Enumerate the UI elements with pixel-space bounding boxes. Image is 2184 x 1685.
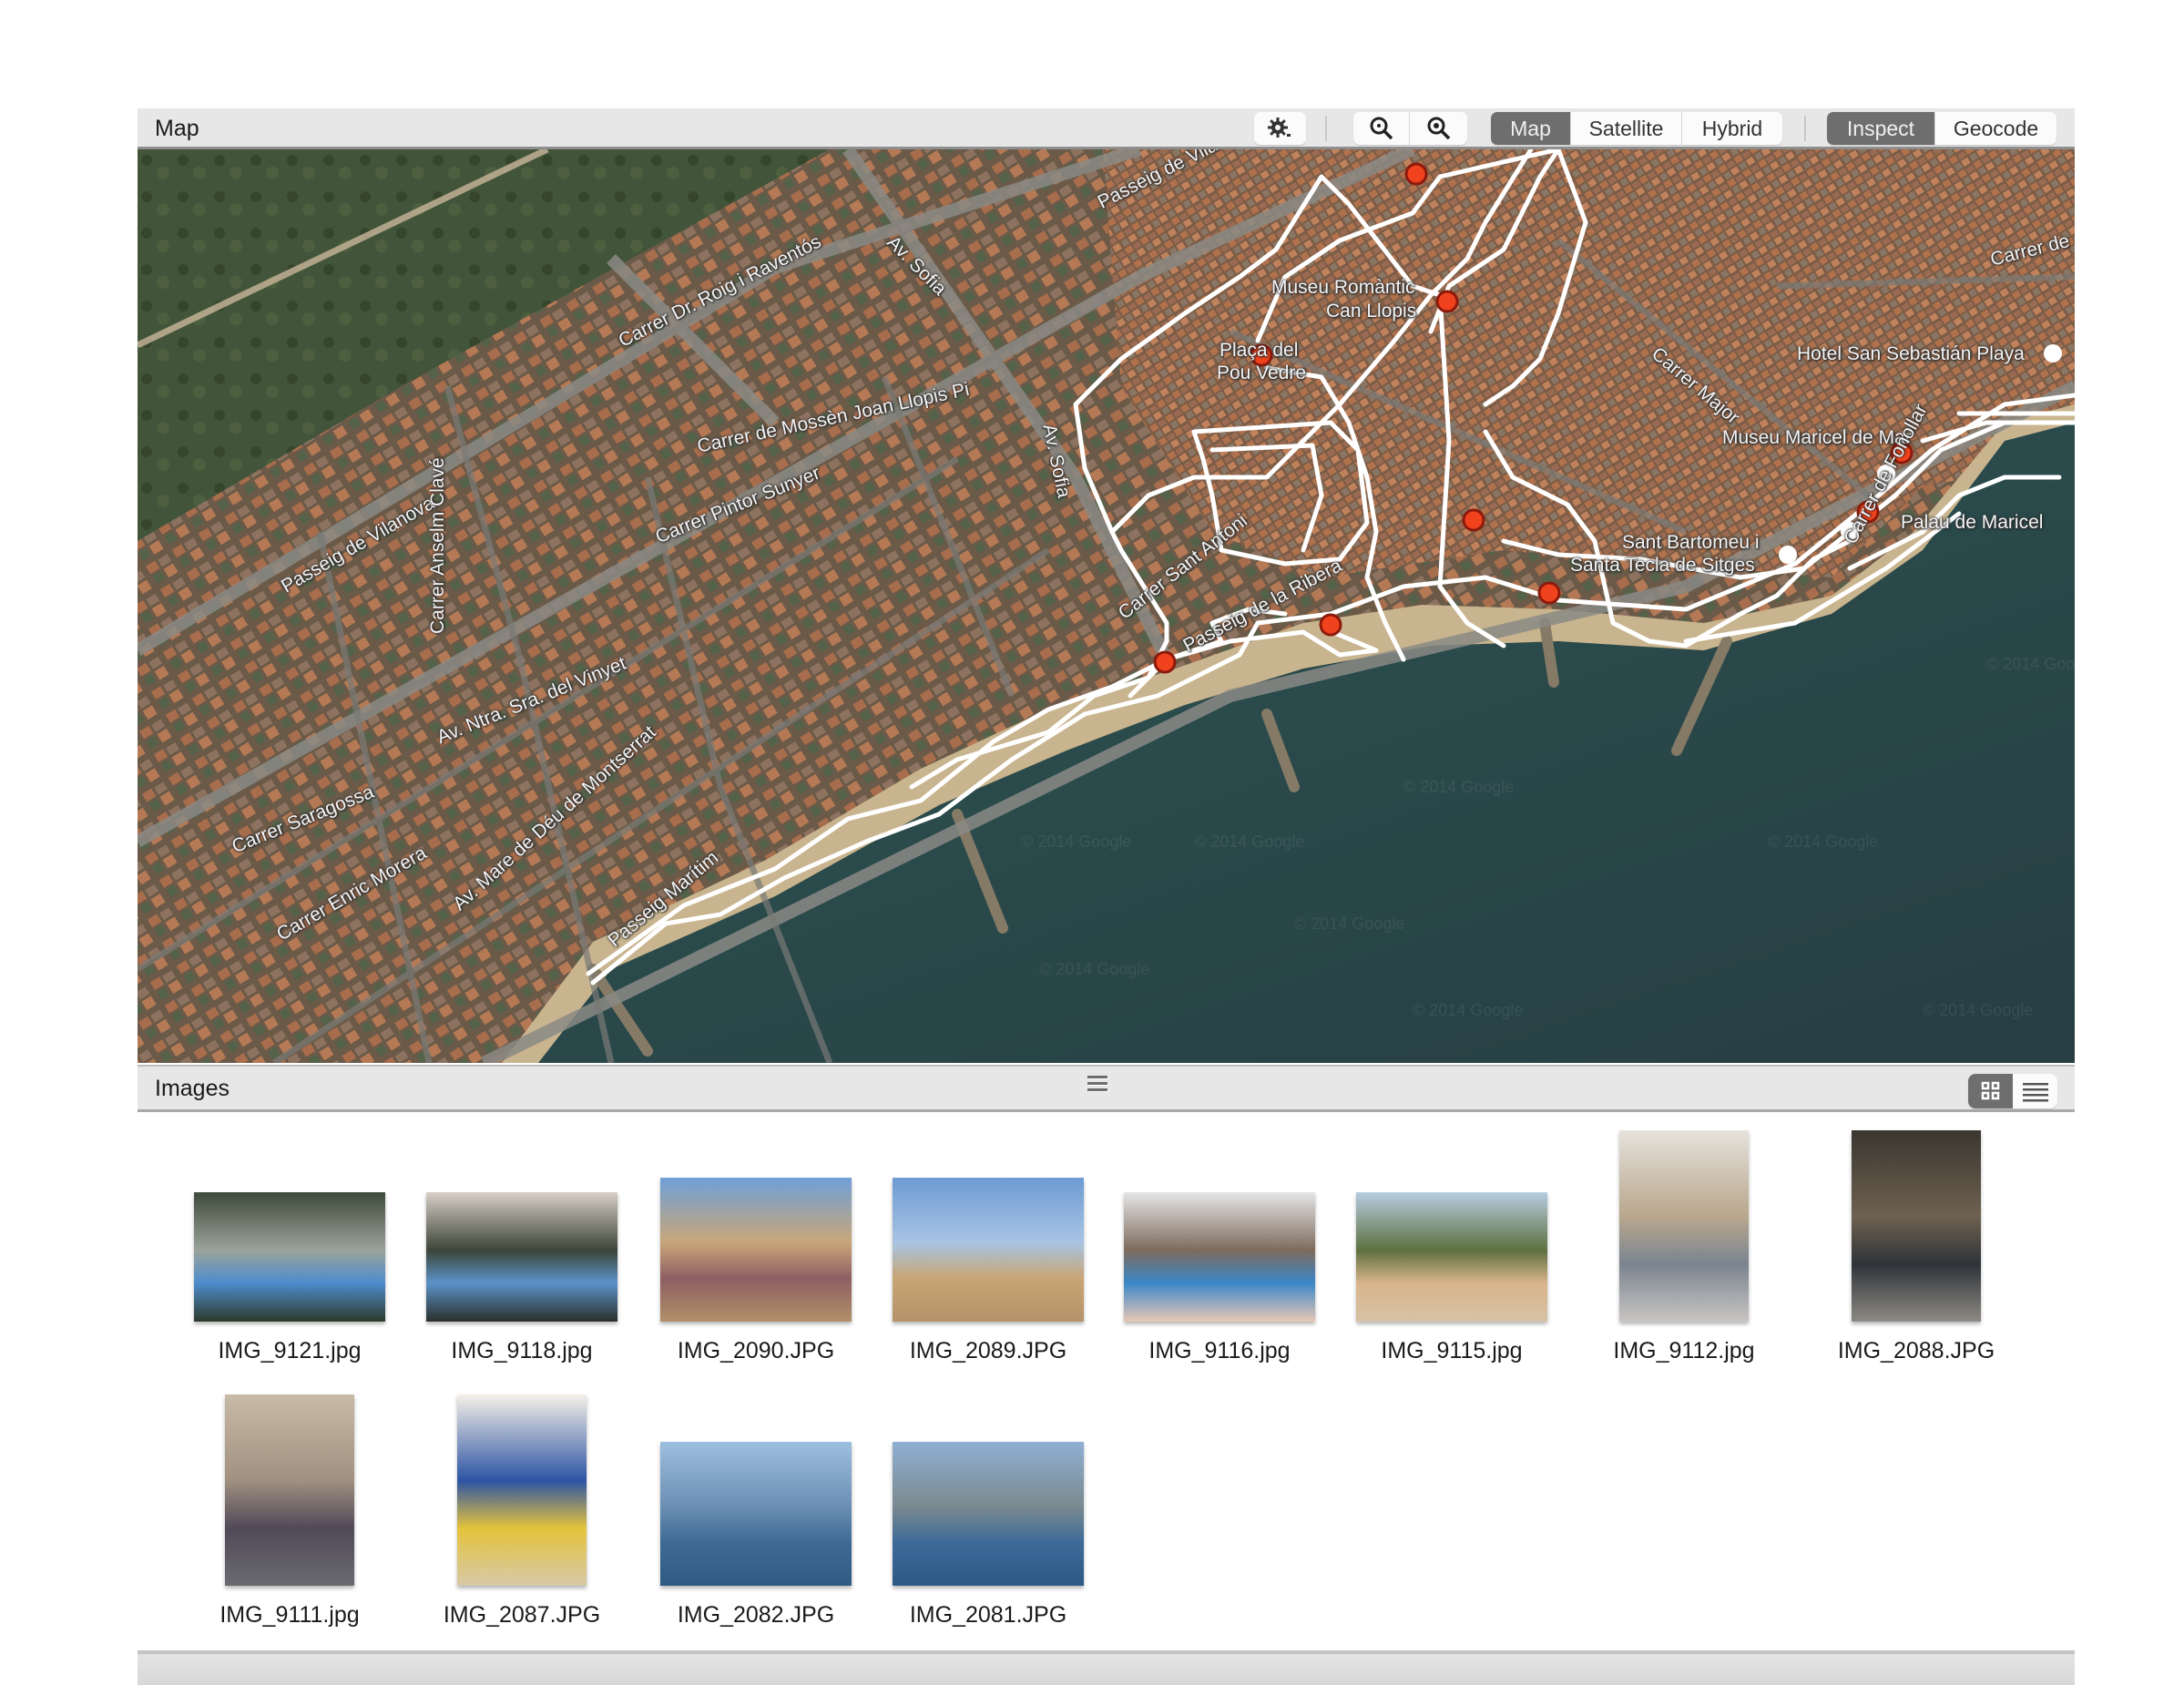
image-thumbnail [660,1442,852,1586]
toolbar-separator [1325,116,1327,141]
image-tile[interactable]: IMG_2089.JPG [883,1112,1093,1367]
map-section-title: Map [155,116,199,141]
image-thumbnail [1852,1130,1981,1322]
mode-inspect[interactable]: Inspect [1827,112,1935,145]
grid-view-button[interactable] [1968,1074,2013,1108]
bottom-status-bar [138,1650,2075,1685]
mode-geocode[interactable]: Geocode [1935,112,2056,145]
image-thumbnail [1356,1192,1547,1322]
view-mode-toggle [1968,1074,2057,1108]
split-drag-handle-icon[interactable] [1087,1076,1107,1094]
toolbar-separator [1804,116,1806,141]
grid-icon [1981,1081,1999,1100]
zoom-out-icon [1370,117,1393,140]
satellite-map-view[interactable]: Passeig de Vilanova Carrer Dr. Roig i Ra… [138,149,2075,1063]
map-header: Map Map Satellite Hybrid Inspect Geocode [138,108,2075,149]
map-poi-label: Pou Vedre [1217,363,1307,383]
map-poi-label: Museu Maricel de Mar [1722,427,1912,448]
image-thumbnail [1124,1192,1315,1322]
map-poi-label: Plaça del [1220,340,1299,361]
settings-button[interactable] [1254,112,1306,145]
images-header: Images [138,1065,2075,1112]
zoom-in-icon [1427,117,1450,140]
image-grid: IMG_9121.jpg IMG_9118.jpg IMG_2090.JPG IMG_… [138,1112,2075,1650]
main-window: Map Map Satellite Hybrid Inspect Geocode… [138,108,2075,1685]
list-icon [2022,1083,2048,1102]
image-filename: IMG_2090.JPG [677,1338,835,1363]
map-poi-label: Sant Bartomeu i [1622,532,1760,553]
image-thumbnail [893,1178,1084,1322]
zoom-out-button[interactable] [1353,112,1410,145]
image-tile[interactable]: IMG_2081.JPG [883,1376,1093,1631]
map-poi-label: Museu Romàntic [1271,277,1415,298]
map-watermark: © 2014 Google [1768,832,1879,851]
image-filename: IMG_2087.JPG [443,1602,601,1628]
map-type-segmented-control: Map Satellite Hybrid [1491,112,1782,145]
image-thumbnail [457,1394,587,1586]
image-tile[interactable]: IMG_9112.jpg [1579,1112,1789,1367]
map-watermark: © 2014 Google [1021,832,1132,851]
image-tile[interactable]: IMG_9121.jpg [185,1112,394,1367]
image-tile[interactable]: IMG_2090.JPG [651,1112,861,1367]
mode-segmented-control: Inspect Geocode [1827,112,2056,145]
image-tile[interactable]: IMG_9116.jpg [1115,1112,1324,1367]
image-thumbnail [1619,1130,1749,1322]
image-filename: IMG_9116.jpg [1148,1338,1291,1363]
image-tile[interactable]: IMG_2082.JPG [651,1376,861,1631]
image-thumbnail [426,1192,617,1322]
map-type-satellite[interactable]: Satellite [1571,112,1682,145]
image-filename: IMG_2082.JPG [677,1602,835,1628]
map-poi-label: Hotel San Sebastián Playa [1797,343,2025,364]
image-thumbnail [194,1192,385,1322]
map-watermark: © 2014 Google [1923,1001,2034,1019]
map-watermark: © 2014 Google [1413,1001,1524,1019]
zoom-button-group [1353,112,1467,145]
map-watermark: © 2014 Google [1039,960,1150,978]
map-type-hybrid[interactable]: Hybrid [1682,112,1782,145]
images-section-title: Images [155,1076,230,1101]
image-tile[interactable]: IMG_2088.JPG [1811,1112,2021,1367]
map-watermark: © 2014 Google [1294,914,1405,933]
image-filename: IMG_9121.jpg [218,1338,362,1363]
map-watermark: © 2014 Google [1986,655,2075,673]
map-street-label: Carrer Anselm Clavé [427,457,448,634]
map-type-map[interactable]: Map [1491,112,1571,145]
image-filename: IMG_9118.jpg [451,1338,593,1363]
zoom-in-button[interactable] [1410,112,1467,145]
image-thumbnail [660,1178,852,1322]
image-tile[interactable]: IMG_9118.jpg [417,1112,627,1367]
image-thumbnail [893,1442,1084,1586]
gear-icon [1254,112,1306,145]
image-tile[interactable]: IMG_9115.jpg [1347,1112,1556,1367]
image-filename: IMG_2089.JPG [909,1338,1067,1363]
image-filename: IMG_2088.JPG [1837,1338,1995,1363]
map-poi-label: Palau de Maricel [1901,512,2044,533]
list-view-button[interactable] [2013,1074,2057,1108]
image-filename: IMG_2081.JPG [909,1602,1067,1628]
image-thumbnail [225,1394,354,1586]
image-filename: IMG_9112.jpg [1613,1338,1755,1363]
map-poi-label: Can Llopis [1326,301,1417,322]
map-watermark: © 2014 Google [1194,832,1305,851]
map-poi-label: Santa Tecla de Sitges [1570,555,1755,576]
map-watermark: © 2014 Google [1403,778,1515,796]
image-tile[interactable]: IMG_9111.jpg [185,1376,394,1631]
image-filename: IMG_9115.jpg [1381,1338,1523,1363]
image-tile[interactable]: IMG_2087.JPG [417,1376,627,1631]
image-filename: IMG_9111.jpg [219,1602,360,1628]
